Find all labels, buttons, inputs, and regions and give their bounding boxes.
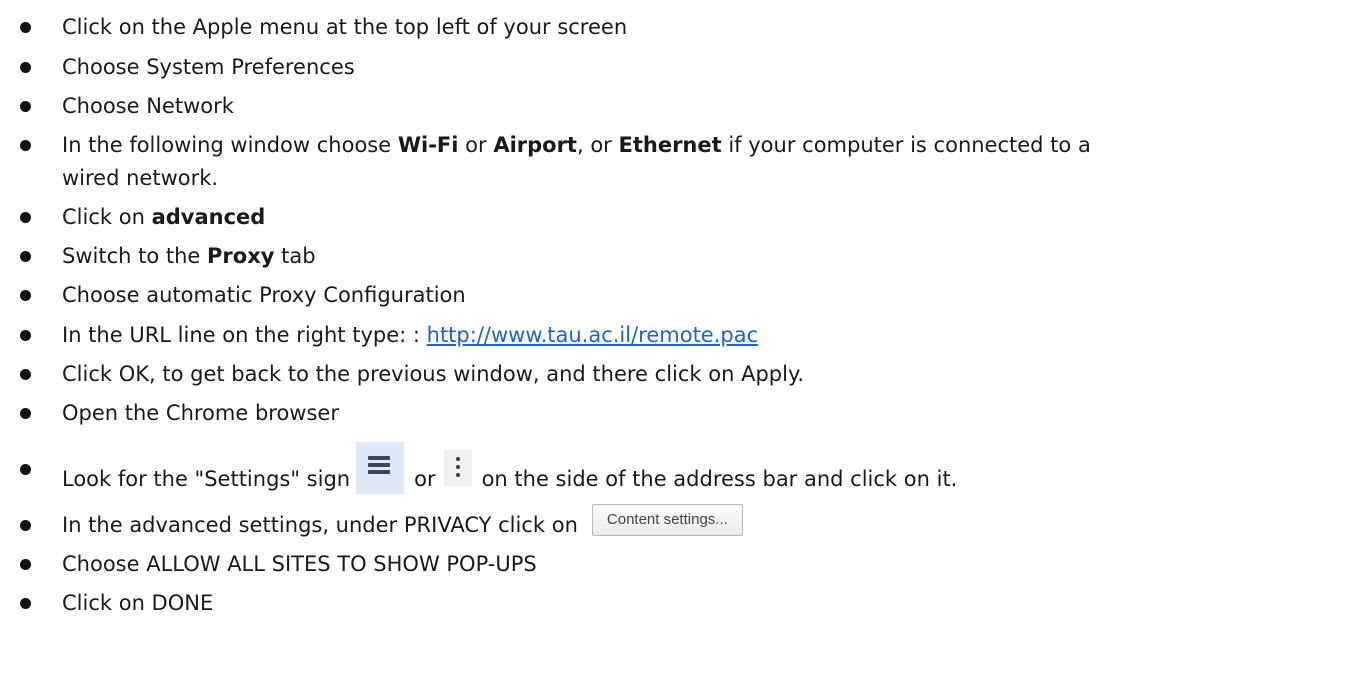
bullet-icon	[20, 598, 31, 609]
step-text: Choose System Preferences	[62, 55, 355, 79]
step-text: In the advanced settings, under PRIVACY …	[62, 504, 743, 542]
bullet-icon	[20, 62, 31, 73]
step-text: In the URL line on the right type: : htt…	[62, 323, 759, 347]
bullet-icon	[20, 369, 31, 380]
bullet-icon	[20, 212, 31, 223]
step-text: Look for the "Settings" sign or on the sid…	[62, 442, 957, 506]
step-text: Click OK, to get back to the previous wi…	[62, 362, 805, 386]
bullet-icon	[20, 101, 31, 112]
bullet-icon	[20, 520, 31, 531]
proxy-url-link[interactable]: http://www.tau.ac.il/remote.pac	[427, 323, 759, 347]
step-text: In the following window choose Wi-Fi or …	[62, 133, 1091, 157]
bullet-icon	[20, 408, 31, 419]
bullet-icon	[20, 330, 31, 341]
step-text-continued: wired network.	[62, 166, 219, 190]
vertical-dots-menu-icon	[443, 450, 472, 486]
bullet-icon	[20, 559, 31, 570]
step-text: Click on the Apple menu at the top left …	[62, 15, 628, 39]
step-text: Choose automatic Proxy Configuration	[62, 283, 466, 307]
bullet-icon	[20, 251, 31, 262]
bullet-icon	[20, 464, 31, 475]
bullet-icon	[20, 290, 31, 301]
step-text: Switch to the Proxy tab	[62, 244, 316, 268]
step-text: Choose ALLOW ALL SITES TO SHOW POP-UPS	[62, 552, 537, 576]
step-text: Click on DONE	[62, 591, 214, 615]
step-text: Click on advanced	[62, 205, 266, 229]
bullet-icon	[20, 140, 31, 151]
content-settings-button[interactable]: Content settings...	[591, 504, 743, 536]
bullet-icon	[20, 22, 31, 33]
step-text: Open the Chrome browser	[62, 401, 339, 425]
step-text: Choose Network	[62, 94, 234, 118]
hamburger-menu-icon	[356, 442, 405, 494]
